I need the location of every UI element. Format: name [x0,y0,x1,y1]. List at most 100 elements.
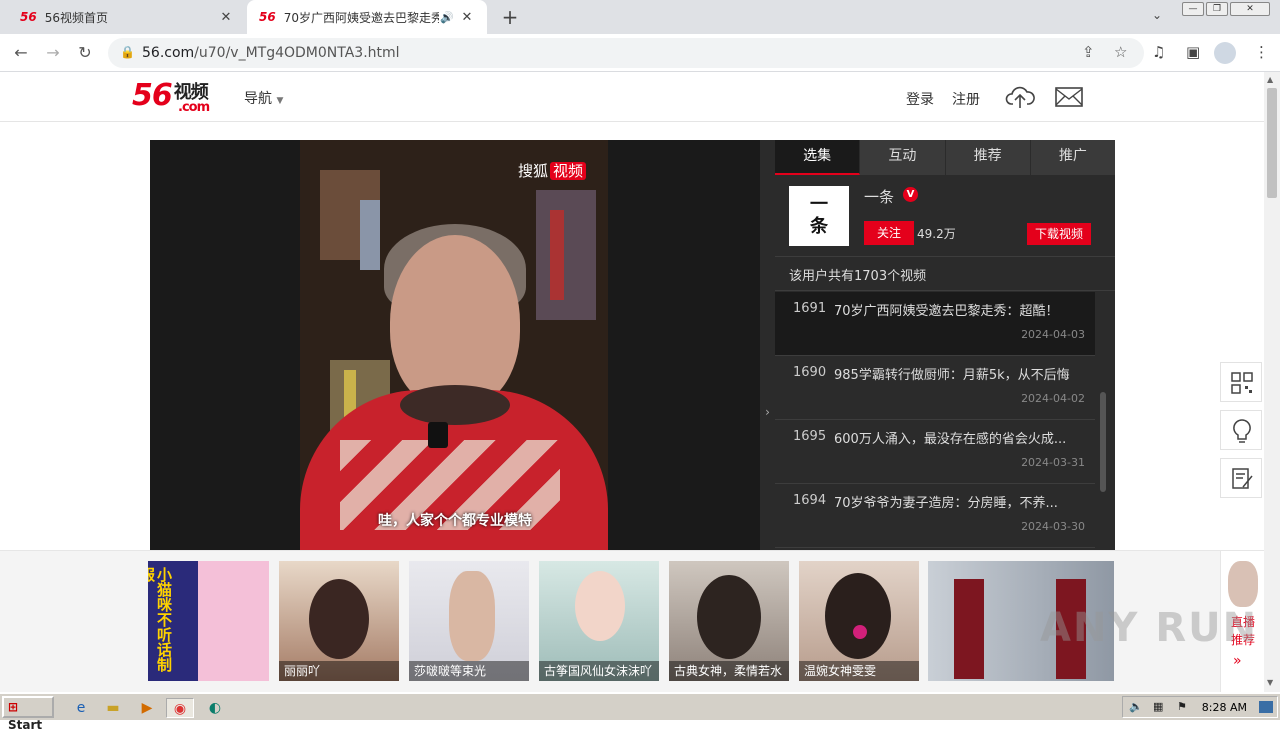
share-icon[interactable]: ⇪ [1082,43,1095,61]
tab-current-video[interactable]: 56 70岁广西阿姨受邀去巴黎走秀 🔊 ✕ [247,0,487,34]
nav-dropdown[interactable]: 导航 ▼ [244,88,283,108]
register-link[interactable]: 注册 [952,89,980,109]
start-button[interactable]: ⊞ Start [2,696,54,732]
forward-arrow-icon[interactable]: → [42,42,64,64]
tab-search-chevron-icon[interactable]: ⌄ [1152,8,1162,22]
card-portrait [575,571,625,641]
tab-title: 56视频首页 [44,10,108,25]
qr-code-button[interactable] [1220,362,1262,402]
side-panel-icon[interactable]: ▣ [1186,43,1200,61]
episode-number: 1694 [793,493,827,508]
episode-number: 1690 [793,365,827,380]
tab-promotion[interactable]: 推广 [1031,140,1115,175]
tab-title: 70岁广西阿姨受邀去巴黎走秀 [283,10,439,25]
episode-number: 1695 [793,429,827,444]
nav-label: 导航 [244,91,272,107]
stream-card[interactable]: 古典女神，柔情若水 [669,561,789,681]
download-video-button[interactable]: 下载视频 [1027,223,1091,245]
episode-panel: 选集 互动 推荐 推广 一 条 一条 V 关注 49.2万 下载视频 该用户共有… [775,140,1115,550]
card-caption: 古筝国风仙女沫沫吖 [539,661,659,681]
stream-card[interactable]: 小猫咪不听话制服 [148,561,269,681]
chrome-icon[interactable]: ◉ [166,698,194,718]
volume-icon[interactable]: 🔈 [1129,700,1143,713]
tab-close-icon[interactable]: ✕ [459,10,475,25]
restore-icon[interactable]: ❐ [1206,2,1228,16]
scroll-up-icon[interactable]: ▲ [1267,75,1273,84]
list-item[interactable]: 1691 70岁广西阿姨受邀去巴黎走秀：超酷！ 2024-04-03 [775,292,1095,356]
episode-title: 985学霸转行做厨师：月薪5k，从不后悔 [834,368,1070,383]
media-control-icon[interactable]: ♫ [1152,43,1165,61]
card-art-text: 小猫咪不听话制服 [148,567,173,672]
show-desktop-icon[interactable] [1259,701,1273,713]
os-taskbar: ⊞ Start e ▬ ▶ ◉ ◐ 🔈 ▦ ⚑ 8:28 AM [0,692,1280,732]
back-arrow-icon[interactable]: ← [10,42,32,64]
minimize-icon[interactable]: — [1182,2,1204,16]
tab-close-icon[interactable]: ✕ [218,10,234,25]
tab-episodes[interactable]: 选集 [775,140,861,175]
ie-icon[interactable]: e [70,698,92,718]
panel-collapse-handle[interactable]: › [760,140,775,550]
page-scrollbar[interactable]: ▲ ▼ [1264,72,1280,692]
edit-note-icon [1232,468,1253,489]
book [360,200,380,270]
follow-button[interactable]: 关注 [864,221,914,245]
menu-dots-icon[interactable]: ⋮ [1254,43,1269,61]
episode-list-scrollbar[interactable] [1100,392,1106,492]
start-label: Start [8,718,43,732]
author-name[interactable]: 一条 [864,186,894,207]
site-header: 56 视频 .com 导航 ▼ 登录 注册 [0,72,1264,122]
video-player[interactable]: 搜狐 视频 哇，人家个个都专业模特 [150,140,760,550]
audio-playing-icon[interactable]: 🔊 [439,11,455,24]
url-text: 56.com/u70/v_MTg4ODM0NTA3.html [142,45,400,61]
close-window-icon[interactable]: ✕ [1230,2,1270,16]
chevron-right-icon: › [765,405,770,419]
feedback-bulb-button[interactable] [1220,410,1262,450]
scroll-down-icon[interactable]: ▼ [1267,678,1273,687]
avatar-char-2: 条 [810,216,828,237]
tab-56-home[interactable]: 56 56视频首页 ✕ [8,0,246,34]
reload-icon[interactable]: ↻ [74,42,96,64]
episode-number: 1691 [793,301,827,316]
author-card: 一 条 一条 V 关注 49.2万 下载视频 [775,175,1115,257]
windows-logo-icon: ⊞ [8,700,19,714]
card-portrait [697,575,761,659]
card-caption: 莎啵啵等束光 [409,661,529,681]
edge-icon[interactable]: ◐ [204,698,226,718]
address-bar[interactable]: 🔒 56.com/u70/v_MTg4ODM0NTA3.html ⇪ ☆ [108,38,1144,68]
tab-interaction[interactable]: 互动 [860,140,946,175]
list-item[interactable]: 1694 70岁爷爷为妻子造房：分房睡，不养... 2024-03-30 [775,484,1095,548]
flag-icon[interactable]: ⚑ [1177,700,1187,713]
message-envelope-icon[interactable] [1055,86,1083,108]
site-logo[interactable]: 56 视频 .com [132,78,210,115]
author-avatar[interactable]: 一 条 [789,186,849,246]
list-item[interactable]: 1690 985学霸转行做厨师：月薪5k，从不后悔 2024-04-02 [775,356,1095,420]
card-caption: 丽丽吖 [279,661,399,681]
network-icon[interactable]: ▦ [1153,700,1163,713]
card-portrait [825,573,891,659]
new-tab-plus-icon[interactable]: + [498,5,522,29]
edit-note-button[interactable] [1220,458,1262,498]
sohu-watermark: 搜狐 视频 [518,160,587,181]
card-caption: 古典女神，柔情若水 [669,661,789,681]
profile-avatar-icon[interactable] [1214,42,1236,64]
avatar-char-1: 一 [810,194,828,215]
login-link[interactable]: 登录 [906,89,934,109]
qr-code-icon [1231,372,1253,394]
lock-icon: 🔒 [120,45,135,59]
media-player-icon[interactable]: ▶ [136,698,158,718]
stream-card[interactable]: 丽丽吖 [279,561,399,681]
card-figure [954,579,984,679]
bookmark-star-icon[interactable]: ☆ [1114,43,1127,61]
book-stack [536,190,596,320]
scrollbar-thumb[interactable] [1267,88,1277,198]
upload-cloud-icon[interactable] [1005,84,1035,110]
episode-date: 2024-03-30 [1021,520,1085,533]
stream-card[interactable]: 古筝国风仙女沫沫吖 [539,561,659,681]
folder-icon[interactable]: ▬ [102,698,124,718]
tab-recommend[interactable]: 推荐 [946,140,1031,175]
video-subtitle: 哇，人家个个都专业模特 [378,513,532,529]
stream-card[interactable]: 温婉女神雯雯 [799,561,919,681]
list-item[interactable]: 1695 600万人涌入，最没存在感的省会火成... 2024-03-31 [775,420,1095,484]
stream-card[interactable]: 莎啵啵等束光 [409,561,529,681]
favicon-56-icon: 56 [20,10,37,24]
